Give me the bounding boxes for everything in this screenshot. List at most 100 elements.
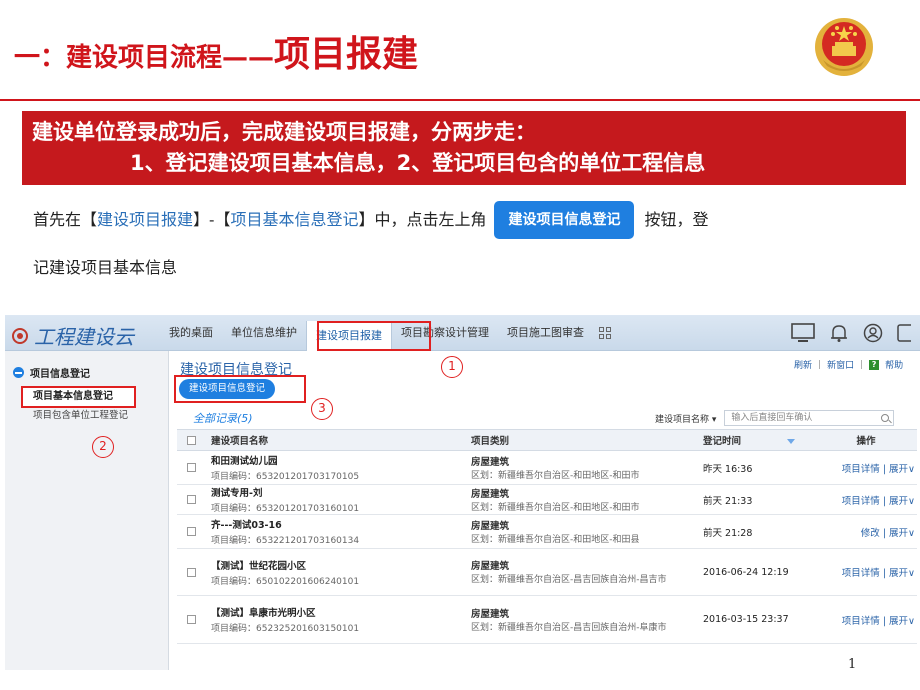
- project-code: 项目编码：653221201703160134: [211, 536, 360, 546]
- row-actions[interactable]: 修改 | 展开∨: [817, 525, 917, 539]
- desc-register-button-image: 建设项目信息登记: [494, 201, 635, 239]
- page-number: 1: [848, 657, 857, 672]
- row-actions[interactable]: 项目详情 | 展开∨: [817, 493, 917, 507]
- app-logo-text: 工程建设云: [34, 325, 134, 349]
- search-input[interactable]: 输入后直接回车确认: [724, 410, 895, 426]
- annotation-circle-3: 3: [311, 398, 333, 420]
- desc-suffix: 按钮，登: [644, 210, 709, 229]
- sidebar-item-unit-project[interactable]: 项目包含单位工程登记: [33, 407, 128, 421]
- project-type: 房屋建筑: [471, 456, 510, 468]
- desc-mid-1: 】-【: [193, 210, 231, 229]
- select-all-checkbox[interactable]: [186, 435, 196, 445]
- project-code: 项目编码：650102201606240101: [211, 576, 360, 587]
- filter-field-select[interactable]: 建设项目名称 ▾: [655, 412, 716, 425]
- desc-line-2: 记建设项目基本信息: [33, 258, 178, 277]
- project-type: 房屋建筑: [471, 488, 510, 500]
- col-header-ops: 操作: [856, 436, 876, 447]
- help-link[interactable]: 帮助: [885, 358, 903, 371]
- desc-mid-2: 】中，点击左上角: [358, 210, 487, 229]
- table-row: 齐---测试03-16 项目编码：653221201703160134 房屋建筑区…: [177, 515, 917, 549]
- project-code: 项目编码：653201201703170105: [211, 472, 360, 482]
- annotation-circle-2: 2: [92, 436, 114, 458]
- highlight-box-nav: [317, 321, 431, 351]
- table-header: 建设项目名称 项目类别 登记时间 操作: [177, 429, 917, 451]
- collapse-icon[interactable]: [13, 367, 24, 378]
- sidebar-item-basic-info[interactable]: 项目基本信息登记: [21, 386, 136, 408]
- register-time: 前天 21:33: [703, 495, 753, 507]
- project-type: 房屋建筑: [471, 561, 510, 572]
- project-name: 和田测试幼儿园: [211, 456, 278, 467]
- banner-line-2: 1、登记建设项目基本信息，2、登记项目包含的单位工程信息: [130, 151, 706, 175]
- row-checkbox[interactable]: [186, 615, 196, 624]
- sidebar-group-label: 项目信息登记: [30, 369, 90, 380]
- table-row: 【测试】阜康市光明小区项目编码：652325201603150101 房屋建筑区…: [177, 596, 917, 644]
- row-checkbox[interactable]: [186, 495, 196, 504]
- project-name: 【测试】世纪花园小区: [211, 560, 307, 572]
- row-actions[interactable]: 项目详情 | 展开∨: [817, 565, 917, 579]
- logo-mark-icon: [12, 327, 28, 344]
- desc-link-project-report: 建设项目报建: [97, 210, 194, 229]
- col-header-name: 建设项目名称: [211, 436, 269, 447]
- banner-line-1: 建设单位登录成功后，完成建设项目报建，分两步走：: [32, 120, 536, 144]
- row-actions[interactable]: 项目详情 | 展开∨: [817, 613, 917, 627]
- new-window-link[interactable]: 新窗口: [827, 358, 854, 371]
- project-area: 区划：新疆维吾尔自治区-和田地区-和田县: [471, 534, 640, 545]
- row-checkbox[interactable]: [186, 527, 196, 536]
- project-area: 区划：新疆维吾尔自治区-和田地区-和田市: [471, 470, 640, 481]
- project-code: 项目编码：653201201703160101: [211, 504, 360, 514]
- app-screenshot: 工程建设云 我的桌面 单位信息维护 建设项目报建 项目勘察设计管理 项目施工图审…: [5, 315, 920, 670]
- refresh-link[interactable]: 刷新: [794, 358, 812, 371]
- help-icon[interactable]: ?: [869, 359, 880, 370]
- title-divider: [0, 99, 920, 101]
- user-icon[interactable]: [863, 323, 883, 343]
- table-row: 和田测试幼儿园项目编码：653201201703170105 房屋建筑区划：新疆…: [177, 451, 917, 485]
- instruction-text: 首先在【 建设项目报建 】-【 项目基本信息登记 】中，点击左上角 建设项目信息…: [33, 201, 903, 277]
- project-name: 齐---测试03-16: [211, 520, 282, 531]
- main-panel: 建设项目信息登记 1 刷新 | 新窗口 | ? 帮助 建设项目信息登记 3 全部…: [169, 351, 920, 670]
- project-type: 房屋建筑: [471, 608, 510, 620]
- col-header-time[interactable]: 登记时间: [701, 433, 817, 447]
- register-time: 2016-06-24 12:19: [703, 566, 789, 578]
- nav-unit-info[interactable]: 单位信息维护: [222, 315, 306, 351]
- register-time: 2016-03-15 23:37: [703, 614, 789, 625]
- project-name: 测试专用-刘: [211, 488, 263, 499]
- exit-icon[interactable]: [897, 323, 911, 343]
- app-topbar: 工程建设云 我的桌面 单位信息维护 建设项目报建 项目勘察设计管理 项目施工图审…: [5, 315, 920, 351]
- project-code: 项目编码：652325201603150101: [211, 624, 360, 634]
- app-logo[interactable]: 工程建设云: [12, 321, 134, 350]
- sidebar: 项目信息登记 项目基本信息登记 项目包含单位工程登记 2: [5, 351, 169, 670]
- slide-title-prefix: 一：建设项目流程——: [14, 43, 275, 73]
- page-links: 刷新 | 新窗口 | ? 帮助: [794, 358, 904, 371]
- highlight-box-button: [174, 375, 306, 403]
- slide-title-main: 项目报建: [274, 34, 419, 75]
- apps-grid-icon[interactable]: [599, 327, 611, 339]
- nav-drawing-review[interactable]: 项目施工图审查: [498, 315, 593, 351]
- national-emblem-icon: [815, 18, 873, 76]
- row-checkbox[interactable]: [186, 463, 196, 472]
- project-area: 区划：新疆维吾尔自治区-昌吉回族自治州-昌吉市: [471, 575, 667, 585]
- table-row: 【测试】世纪花园小区项目编码：650102201606240101 房屋建筑区划…: [177, 549, 917, 596]
- instruction-banner: 建设单位登录成功后，完成建设项目报建，分两步走： 1、登记建设项目基本信息，2、…: [22, 111, 906, 185]
- desc-link-basic-info: 项目基本信息登记: [230, 210, 359, 229]
- filter-bar: 建设项目名称 ▾ 输入后直接回车确认: [655, 410, 895, 426]
- sidebar-group[interactable]: 项目信息登记: [13, 365, 90, 380]
- register-time: 前天 21:28: [703, 527, 753, 539]
- search-icon[interactable]: [881, 414, 890, 422]
- project-type: 房屋建筑: [471, 520, 510, 532]
- top-right-icons: [791, 323, 911, 343]
- monitor-icon[interactable]: [791, 323, 815, 343]
- table-row: 测试专用-刘项目编码：653201201703160101 房屋建筑区划：新疆维…: [177, 485, 917, 515]
- slide-title: 一：建设项目流程—— 项目报建: [14, 18, 418, 78]
- sort-icon[interactable]: [787, 439, 796, 444]
- project-area: 区划：新疆维吾尔自治区-和田地区-和田市: [471, 502, 640, 513]
- project-area: 区划：新疆维吾尔自治区-昌吉回族自治州-阜康市: [471, 622, 667, 633]
- project-name: 【测试】阜康市光明小区: [211, 608, 316, 619]
- register-time: 昨天 16:36: [703, 463, 753, 475]
- row-checkbox[interactable]: [186, 567, 196, 577]
- bell-icon[interactable]: [829, 323, 849, 343]
- desc-prefix: 首先在【: [33, 210, 98, 229]
- nav-my-desktop[interactable]: 我的桌面: [160, 315, 222, 351]
- row-actions[interactable]: 项目详情 | 展开∨: [817, 461, 917, 475]
- annotation-circle-1: 1: [441, 356, 463, 378]
- project-table: 建设项目名称 项目类别 登记时间 操作 和田测试幼儿园项目编码：65320120…: [177, 429, 917, 644]
